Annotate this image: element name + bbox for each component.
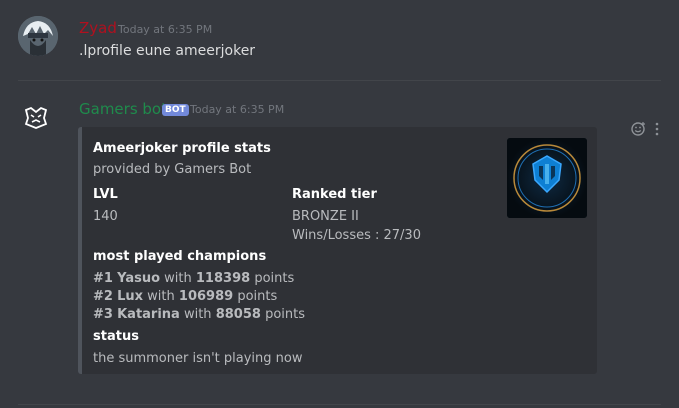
user-avatar-icon xyxy=(18,16,58,56)
champion-row: #3 Katarina with 88058 points xyxy=(93,306,305,323)
avatar[interactable] xyxy=(18,16,58,56)
champion-suffix: points xyxy=(237,289,278,304)
embed-provider: provided by Gamers Bot xyxy=(93,162,252,177)
champion-points: 118398 xyxy=(195,271,251,286)
status-label: status xyxy=(93,329,139,344)
champion-rank: #3 xyxy=(93,307,113,322)
league-emblem-icon xyxy=(507,138,587,218)
champion-points: 106989 xyxy=(178,289,234,304)
add-reaction-icon[interactable] xyxy=(631,121,647,140)
champion-name: Lux xyxy=(117,289,144,304)
ranked-value: BRONZE II xyxy=(292,209,359,224)
champion-with: with xyxy=(164,271,192,286)
username[interactable]: Zyad xyxy=(79,19,117,37)
avatar[interactable] xyxy=(22,104,50,132)
winloss-value: Wins/Losses : 27/30 xyxy=(292,228,421,243)
status-value: the summoner isn't playing now xyxy=(93,351,303,366)
champion-row: #1 Yasuo with 118398 points xyxy=(93,270,294,287)
champion-name: Katarina xyxy=(117,307,180,322)
lvl-label: LVL xyxy=(93,187,118,202)
champion-with: with xyxy=(183,307,212,322)
ranked-label: Ranked tier xyxy=(292,187,377,202)
message-zyad: Zyad Today at 6:35 PM .lprofile eune ame… xyxy=(0,0,679,80)
champion-rank: #1 xyxy=(93,271,113,286)
message-divider xyxy=(18,404,661,405)
bot-tag: BOT xyxy=(162,104,189,116)
champions-label: most played champions xyxy=(93,249,267,264)
lvl-value: 140 xyxy=(93,209,118,224)
champion-with: with xyxy=(147,289,175,304)
more-options-icon[interactable] xyxy=(654,121,660,140)
champion-suffix: points xyxy=(254,271,295,286)
champion-points: 88058 xyxy=(215,307,261,322)
timestamp: Today at 6:35 PM xyxy=(118,23,213,36)
message-text: .lprofile eune ameerjoker xyxy=(79,43,256,59)
username[interactable]: Gamers bot xyxy=(79,100,167,118)
champion-name: Yasuo xyxy=(117,271,161,286)
champion-row: #2 Lux with 106989 points xyxy=(93,288,277,305)
champion-suffix: points xyxy=(265,307,306,322)
timestamp: Today at 6:35 PM xyxy=(190,103,285,116)
embed-thumbnail[interactable] xyxy=(507,138,587,218)
bot-avatar-icon xyxy=(24,106,48,129)
embed-title: Ameerjoker profile stats xyxy=(93,141,271,156)
champion-rank: #2 xyxy=(93,289,113,304)
